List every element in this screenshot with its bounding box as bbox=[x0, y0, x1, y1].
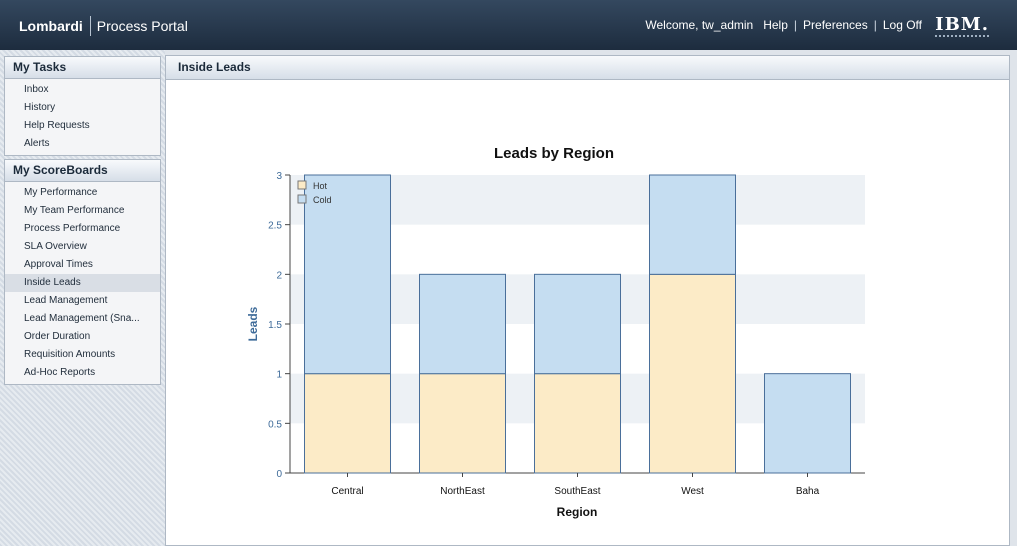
chart-title: Leads by Region bbox=[494, 145, 614, 162]
bar-cold-baha bbox=[764, 373, 851, 474]
top-nav: Welcome, tw_admin Help | Preferences | L… bbox=[645, 18, 922, 32]
bar-hot-west bbox=[649, 273, 736, 474]
sidebar-item-inbox[interactable]: Inbox bbox=[5, 81, 160, 99]
bar-cold-west bbox=[649, 174, 736, 275]
nav-separator: | bbox=[793, 18, 798, 32]
brand-logo: Lombardi Process Portal bbox=[19, 16, 188, 36]
x-tick-label: NorthEast bbox=[440, 486, 485, 497]
top-header-bar: Lombardi Process Portal Welcome, tw_admi… bbox=[0, 0, 1017, 50]
preferences-link[interactable]: Preferences bbox=[803, 18, 868, 32]
y-tick-label: 3 bbox=[276, 171, 282, 182]
y-axis-label: Leads bbox=[246, 306, 260, 341]
sidebar-item-approval-times[interactable]: Approval Times bbox=[5, 256, 160, 274]
my-tasks-list: Inbox History Help Requests Alerts bbox=[5, 79, 160, 155]
sidebar-item-order-duration[interactable]: Order Duration bbox=[5, 328, 160, 346]
leads-by-region-chart: 0 0.5 1 1.5 2 2.5 3 Central NorthEast SouthEast We… bbox=[246, 145, 865, 519]
sidebar-item-history[interactable]: History bbox=[5, 99, 160, 117]
bar-hot-southeast bbox=[534, 373, 621, 474]
sidebar-item-requisition-amounts[interactable]: Requisition Amounts bbox=[5, 346, 160, 364]
x-tick-label: SouthEast bbox=[554, 486, 600, 497]
scoreboards-list: My Performance My Team Performance Process… bbox=[5, 182, 160, 384]
y-tick-label: 1.5 bbox=[268, 320, 282, 331]
brand-divider bbox=[89, 16, 91, 36]
ibm-logo: IBM. bbox=[935, 14, 989, 37]
legend-label-cold: Cold bbox=[313, 195, 332, 205]
logoff-link[interactable]: Log Off bbox=[883, 18, 922, 32]
sidebar-item-lead-management[interactable]: Lead Management bbox=[5, 292, 160, 310]
help-link[interactable]: Help bbox=[763, 18, 788, 32]
bar-hot-northeast bbox=[419, 373, 506, 474]
brand-primary: Lombardi bbox=[19, 18, 83, 34]
bar-cold-northeast bbox=[419, 273, 506, 375]
x-axis-label: Region bbox=[557, 505, 598, 519]
scoreboards-header: My ScoreBoards bbox=[5, 160, 160, 182]
sidebar-item-my-performance[interactable]: My Performance bbox=[5, 184, 160, 202]
my-tasks-panel: My Tasks Inbox History Help Requests Alerts bbox=[4, 56, 161, 156]
y-tick-label: 2 bbox=[276, 270, 282, 281]
y-tick-label: 0 bbox=[276, 469, 282, 480]
sidebar-item-ad-hoc-reports[interactable]: Ad-Hoc Reports bbox=[5, 364, 160, 382]
page-title: Inside Leads bbox=[166, 56, 1009, 80]
legend-swatch-hot bbox=[297, 180, 307, 190]
x-tick-label: Baha bbox=[796, 486, 820, 497]
x-tick-label: West bbox=[681, 486, 704, 497]
scoreboards-panel: My ScoreBoards My Performance My Team Per… bbox=[4, 159, 161, 385]
my-tasks-header: My Tasks bbox=[5, 57, 160, 79]
main-panel: Inside Leads 0 0.5 1 1.5 2 2.5 3 Central NorthEa… bbox=[165, 55, 1010, 546]
bar-hot-central bbox=[304, 373, 391, 474]
legend-swatch-cold bbox=[297, 194, 307, 204]
y-tick-label: 1 bbox=[276, 370, 282, 381]
y-tick-label: 0.5 bbox=[268, 419, 282, 430]
brand-secondary: Process Portal bbox=[96, 18, 188, 34]
sidebar-item-lead-management-sna[interactable]: Lead Management (Sna... bbox=[5, 310, 160, 328]
sidebar-item-alerts[interactable]: Alerts bbox=[5, 135, 160, 153]
sidebar-item-help-requests[interactable]: Help Requests bbox=[5, 117, 160, 135]
y-tick-label: 2.5 bbox=[268, 221, 282, 232]
sidebar: My Tasks Inbox History Help Requests Alerts… bbox=[0, 50, 165, 546]
welcome-text: Welcome, tw_admin bbox=[645, 18, 754, 32]
x-tick-label: Central bbox=[331, 486, 363, 497]
sidebar-item-process-performance[interactable]: Process Performance bbox=[5, 220, 160, 238]
sidebar-item-my-team-performance[interactable]: My Team Performance bbox=[5, 202, 160, 220]
bar-cold-southeast bbox=[534, 273, 621, 375]
sidebar-item-inside-leads[interactable]: Inside Leads bbox=[5, 274, 160, 292]
nav-separator: | bbox=[873, 18, 877, 32]
legend-label-hot: Hot bbox=[313, 181, 328, 191]
sidebar-item-sla-overview[interactable]: SLA Overview bbox=[5, 238, 160, 256]
